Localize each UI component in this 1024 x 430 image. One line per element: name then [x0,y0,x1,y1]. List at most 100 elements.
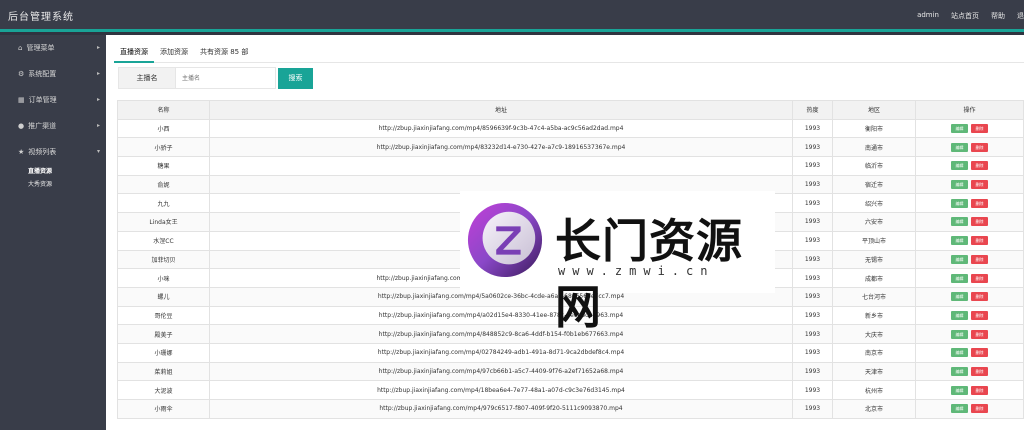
chevron-right-icon: ▸ [96,70,100,77]
sidebar-item-orders[interactable]: ▦ 订单管理 ▸ [0,87,106,113]
delete-button[interactable]: 删除 [971,198,988,208]
search-bar: 主播名 搜索 [118,67,313,89]
search-button[interactable]: 搜索 [278,67,313,89]
edit-button[interactable]: 编辑 [951,292,968,302]
cell-actions: 编辑 删除 [915,118,1024,139]
edit-button[interactable]: 编辑 [951,404,968,414]
sidebar-subitem-live[interactable]: 直播资源 [28,165,106,178]
help-link[interactable]: 帮助 [991,11,1005,21]
cell-heat: 1993 [792,324,833,344]
delete-button[interactable]: 删除 [971,236,988,246]
tab-bar: 直播资源 添加资源 共有资源 85 部 [114,39,1024,63]
sidebar-submenu: 直播资源 大秀资源 [0,165,106,191]
cell-actions: 编辑 删除 [915,193,1024,214]
edit-button[interactable]: 编辑 [951,124,968,134]
watermark-overlay: 长门资源网 www.zmwi.cn [460,191,775,334]
cell-region: 成都市 [832,268,916,288]
sidebar-subitem-show[interactable]: 大秀资源 [28,178,106,191]
cell-name: 九九 [117,193,210,214]
edit-button[interactable]: 编辑 [951,236,968,246]
sidebar-item-label: 订单管理 [28,96,57,104]
delete-button[interactable]: 删除 [971,180,988,190]
edit-button[interactable]: 编辑 [951,273,968,283]
sidebar-item-menu[interactable]: ⌂ 管理菜单 ▸ [0,35,106,61]
sidebar-item-promotion[interactable]: ● 推广渠道 ▸ [0,113,106,139]
table-row: 小西 http://zbup.jiaxinjiafang.com/mp4/8596… [117,118,1024,139]
cell-actions: 编辑 删除 [915,286,1024,307]
delete-button[interactable]: 删除 [971,254,988,264]
chevron-down-icon: ▾ [96,148,100,155]
cell-region: 新乡市 [832,305,916,326]
delete-button[interactable]: 删除 [971,124,988,134]
cell-url: http://zbup.jiaxinjiafang.com/mp4/027842… [209,342,793,363]
cell-actions: 编辑 删除 [915,342,1024,363]
edit-button[interactable]: 编辑 [951,385,968,395]
column-header-heat: 热度 [792,100,833,120]
star-icon: ★ [18,148,25,156]
edit-button[interactable]: 编辑 [951,142,968,152]
cell-name: 茱莉姐 [117,361,210,382]
cell-region: 六安市 [832,212,916,232]
cell-heat: 1993 [792,342,833,363]
sidebar-item-videos[interactable]: ★ 视频列表 ▾ [0,139,106,165]
delete-button[interactable]: 删除 [971,161,988,171]
cell-actions: 编辑 删除 [915,249,1024,270]
column-header-url: 地址 [209,100,793,120]
chevron-right-icon: ▸ [96,96,100,103]
tab-live-resources[interactable]: 直播资源 [114,39,154,63]
cell-heat: 1993 [792,212,833,232]
table-row: 小雨伞 http://zbup.jiaxinjiafang.com/mp4/979… [117,399,1024,419]
cell-region: 无锡市 [832,249,916,270]
delete-button[interactable]: 删除 [971,348,988,358]
logout-link[interactable]: 退 [1017,11,1024,21]
cell-region: 衡阳市 [832,118,916,139]
cell-name: 俞妮 [117,174,210,195]
edit-button[interactable]: 编辑 [951,198,968,208]
delete-button[interactable]: 删除 [971,310,988,320]
edit-button[interactable]: 编辑 [951,329,968,339]
cell-heat: 1993 [792,286,833,307]
chevron-right-icon: ▸ [96,122,100,129]
cell-name: 小雨伞 [117,399,210,419]
cell-name: 大泥波 [117,380,210,400]
delete-button[interactable]: 删除 [971,329,988,339]
site-home-link[interactable]: 站点首页 [951,11,979,21]
home-icon: ⌂ [18,44,23,52]
main-content: 直播资源 添加资源 共有资源 85 部 主播名 搜索 名称 地址 热度 地区 操… [106,35,1024,430]
cell-region: 北京市 [832,399,916,419]
cell-actions: 编辑 删除 [915,212,1024,232]
delete-button[interactable]: 删除 [971,404,988,414]
edit-button[interactable]: 编辑 [951,217,968,227]
delete-button[interactable]: 删除 [971,385,988,395]
delete-button[interactable]: 删除 [971,217,988,227]
cell-region: 绍兴市 [832,193,916,214]
user-menu-admin[interactable]: admin [917,11,939,21]
cell-heat: 1993 [792,174,833,195]
tab-add-resource[interactable]: 添加资源 [154,39,194,63]
edit-button[interactable]: 编辑 [951,254,968,264]
cell-heat: 1993 [792,230,833,251]
sidebar-item-label: 管理菜单 [26,44,55,52]
delete-button[interactable]: 删除 [971,142,988,152]
column-header-region: 地区 [832,100,916,120]
table-row: 糖果 1993 临沂市 编辑 删除 [117,156,1024,176]
sidebar-item-system[interactable]: ⚙ 系统配置 ▸ [0,61,106,87]
delete-button[interactable]: 删除 [971,366,988,376]
search-label: 主播名 [118,67,176,89]
cell-region: 七台河市 [832,286,916,307]
cell-heat: 1993 [792,268,833,288]
table-row: 小珊娜 http://zbup.jiaxinjiafang.com/mp4/027… [117,342,1024,363]
edit-button[interactable]: 编辑 [951,348,968,358]
edit-button[interactable]: 编辑 [951,310,968,320]
cell-region: 宿迁市 [832,174,916,195]
delete-button[interactable]: 删除 [971,273,988,283]
search-input[interactable] [176,67,276,89]
edit-button[interactable]: 编辑 [951,161,968,171]
edit-button[interactable]: 编辑 [951,180,968,190]
edit-button[interactable]: 编辑 [951,366,968,376]
watermark-logo-icon [467,202,543,278]
cell-region: 平顶山市 [832,230,916,251]
sidebar-item-label: 推广渠道 [28,122,57,130]
delete-button[interactable]: 删除 [971,292,988,302]
cell-url [209,156,793,176]
